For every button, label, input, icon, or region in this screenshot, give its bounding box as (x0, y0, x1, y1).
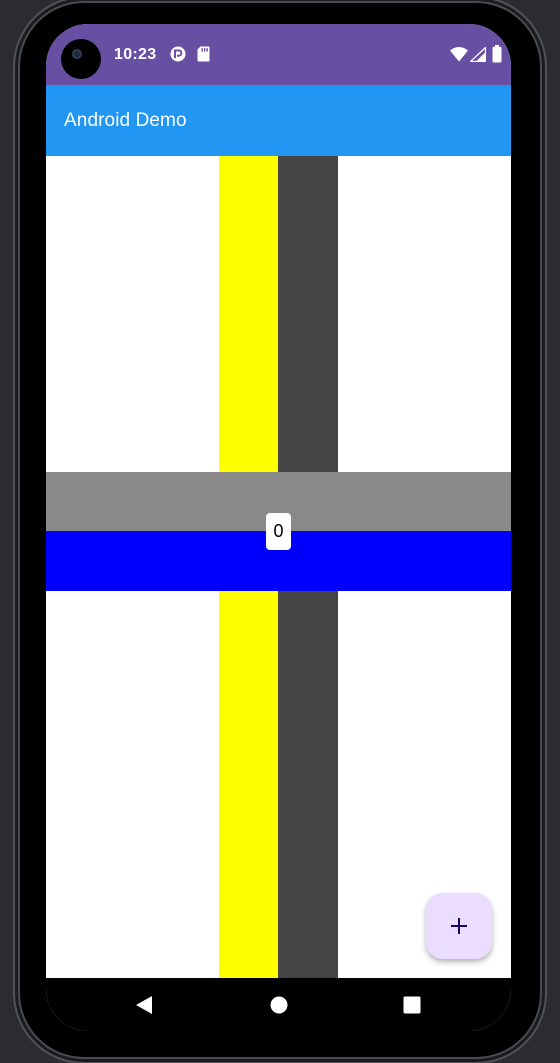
cellular-signal-icon (468, 46, 487, 67)
dark-column-top (278, 156, 338, 472)
wifi-icon (450, 47, 468, 67)
plus-icon (449, 916, 469, 936)
back-icon[interactable] (134, 995, 154, 1015)
add-fab-button[interactable] (426, 893, 492, 959)
pocket-casts-icon (170, 46, 186, 67)
front-camera (61, 39, 101, 79)
status-time: 10:23 (114, 46, 157, 63)
navigation-bar (46, 978, 511, 1031)
app-title: Android Demo (64, 110, 187, 131)
yellow-column-bottom (219, 591, 278, 978)
recents-icon[interactable] (402, 995, 422, 1015)
yellow-column-top (219, 156, 278, 472)
sd-card-icon (197, 46, 210, 67)
content-area: 0 (46, 156, 511, 978)
dark-column-bottom (278, 591, 338, 978)
counter-value: 0 (266, 513, 291, 550)
camera-lens (72, 49, 82, 59)
home-icon[interactable] (269, 995, 289, 1015)
phone-screen: 10:23 Android Demo 0 (46, 24, 511, 1031)
status-bar: 10:23 (46, 24, 511, 85)
battery-icon (492, 45, 502, 68)
app-bar: Android Demo (46, 85, 511, 156)
